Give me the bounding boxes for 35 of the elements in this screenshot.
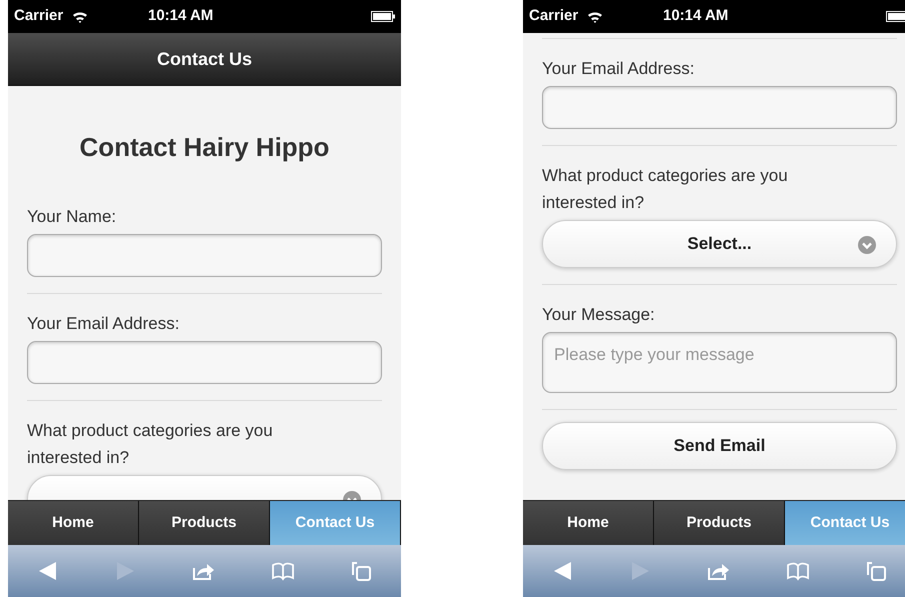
chevron-down-icon (858, 236, 876, 254)
share-icon[interactable] (193, 561, 216, 581)
field-label: Your Name: (27, 206, 118, 228)
bookmarks-icon[interactable] (272, 562, 294, 580)
field-label: Your Email Address: (542, 58, 696, 80)
back-arrow-icon[interactable] (552, 561, 572, 581)
share-icon[interactable] (708, 561, 730, 581)
message-field[interactable]: Please type your message (542, 332, 897, 393)
clock-time: 10:14 AM (148, 6, 214, 26)
nav-tab[interactable]: Products (654, 501, 785, 545)
tabs-icon[interactable] (867, 562, 886, 580)
send-email-button[interactable]: Send Email (542, 422, 897, 470)
field-label: Your Email Address: (27, 313, 180, 335)
input-field[interactable] (542, 86, 897, 129)
nav-tab[interactable]: Products (139, 501, 270, 545)
bookmarks-icon[interactable] (787, 562, 810, 580)
battery-icon (886, 11, 905, 22)
clock-time: 10:14 AM (663, 6, 728, 26)
battery-icon (371, 11, 395, 22)
wifi-icon (71, 10, 90, 24)
carrier-name: Carrier (529, 6, 578, 26)
carrier-name: Carrier (14, 6, 64, 26)
nav-tab[interactable]: Home (523, 501, 654, 545)
nav-tab[interactable]: Home (8, 501, 139, 545)
input-field[interactable] (27, 341, 382, 384)
page-title: Contact Us (156, 48, 252, 70)
back-arrow-icon[interactable] (38, 561, 57, 581)
category-select[interactable]: Select... (542, 220, 897, 268)
field-label: What product categories are you interested in? (542, 165, 789, 214)
tabs-icon[interactable] (352, 562, 372, 580)
field-label: What product categories are you interested in? (27, 420, 274, 469)
form-heading: Contact Hairy Hippo (78, 131, 330, 163)
field-label: Your Message: (542, 304, 656, 326)
wifi-icon (586, 10, 604, 24)
input-field[interactable] (27, 234, 382, 277)
